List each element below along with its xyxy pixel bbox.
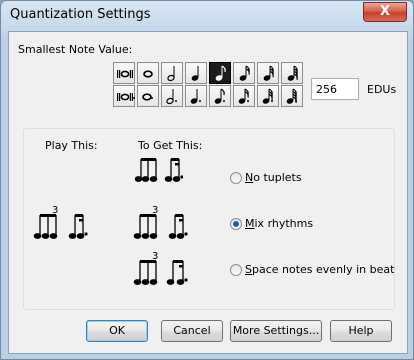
help-button[interactable]: Help bbox=[330, 320, 392, 342]
dotted-double-whole-note-button[interactable] bbox=[113, 85, 135, 107]
dotted-eighth-note-icon bbox=[214, 88, 225, 104]
dotted-sixty-fourth-note-icon bbox=[286, 88, 297, 104]
dotted-sixteenth-note-button[interactable] bbox=[233, 85, 255, 107]
mix-rhythms-label[interactable]: Mix rhythms bbox=[245, 217, 313, 230]
play-this-label: Play This: bbox=[45, 139, 98, 152]
eighth-note-icon bbox=[215, 65, 226, 81]
dotted-whole-note-icon bbox=[142, 93, 153, 101]
dotted-thirty-second-note-icon bbox=[262, 88, 273, 104]
dotted-half-note-button[interactable] bbox=[161, 85, 183, 107]
to-get-this-label: To Get This: bbox=[138, 139, 203, 152]
title-bar: Quantization Settings X bbox=[1, 1, 413, 31]
half-note-icon bbox=[167, 66, 175, 82]
sixteenth-note-icon bbox=[239, 65, 250, 81]
dotted-whole-note-button[interactable] bbox=[137, 85, 159, 107]
edus-label: EDUs bbox=[367, 83, 397, 96]
whole-note-button[interactable] bbox=[137, 62, 159, 84]
dotted-sixty-fourth-note-button[interactable] bbox=[281, 85, 303, 107]
mix-rhythms-example-notation bbox=[133, 214, 188, 239]
cancel-button[interactable]: Cancel bbox=[161, 320, 223, 342]
quarter-note-button[interactable] bbox=[185, 62, 207, 84]
edu-input[interactable] bbox=[311, 78, 359, 100]
half-note-button[interactable] bbox=[161, 62, 183, 84]
thirty-second-note-button[interactable] bbox=[257, 62, 279, 84]
space-evenly-radio[interactable] bbox=[230, 264, 242, 276]
quarter-note-icon bbox=[191, 66, 199, 81]
dotted-double-whole-note-icon bbox=[117, 93, 135, 101]
dialog-client-area: Smallest Note Value: EDUs Play This: To … bbox=[8, 31, 408, 354]
thirty-second-note-icon bbox=[263, 65, 274, 81]
no-tuplets-radio[interactable] bbox=[230, 172, 242, 184]
sixteenth-note-button[interactable] bbox=[233, 62, 255, 84]
no-tuplets-label[interactable]: No tuplets bbox=[245, 171, 302, 184]
more-settings-button[interactable]: More Settings... bbox=[230, 320, 322, 342]
sixty-fourth-note-icon bbox=[287, 65, 298, 81]
mix-rhythms-radio[interactable] bbox=[230, 218, 242, 230]
space-evenly-label[interactable]: Space notes evenly in beat bbox=[245, 263, 394, 276]
eighth-note-button[interactable] bbox=[209, 62, 231, 84]
whole-note-icon bbox=[143, 70, 153, 78]
dotted-quarter-note-icon bbox=[190, 89, 201, 104]
dialog-window: Quantization Settings X Smallest Note Va… bbox=[0, 0, 414, 360]
dotted-quarter-note-button[interactable] bbox=[185, 85, 207, 107]
double-whole-note-icon bbox=[117, 70, 133, 78]
space-evenly-example-notation bbox=[133, 260, 188, 285]
sixty-fourth-note-button[interactable] bbox=[281, 62, 303, 84]
smallest-note-label: Smallest Note Value: bbox=[18, 43, 133, 56]
dotted-sixteenth-note-icon bbox=[238, 88, 249, 104]
ok-button[interactable]: OK bbox=[86, 320, 148, 342]
close-button[interactable]: X bbox=[363, 2, 407, 22]
dotted-eighth-note-button[interactable] bbox=[209, 85, 231, 107]
no-tuplets-example-notation bbox=[135, 158, 183, 182]
dotted-thirty-second-note-button[interactable] bbox=[257, 85, 279, 107]
window-title: Quantization Settings bbox=[10, 7, 151, 22]
double-whole-note-button[interactable] bbox=[113, 62, 135, 84]
dotted-half-note-icon bbox=[166, 89, 177, 105]
play-this-notation bbox=[33, 214, 88, 239]
